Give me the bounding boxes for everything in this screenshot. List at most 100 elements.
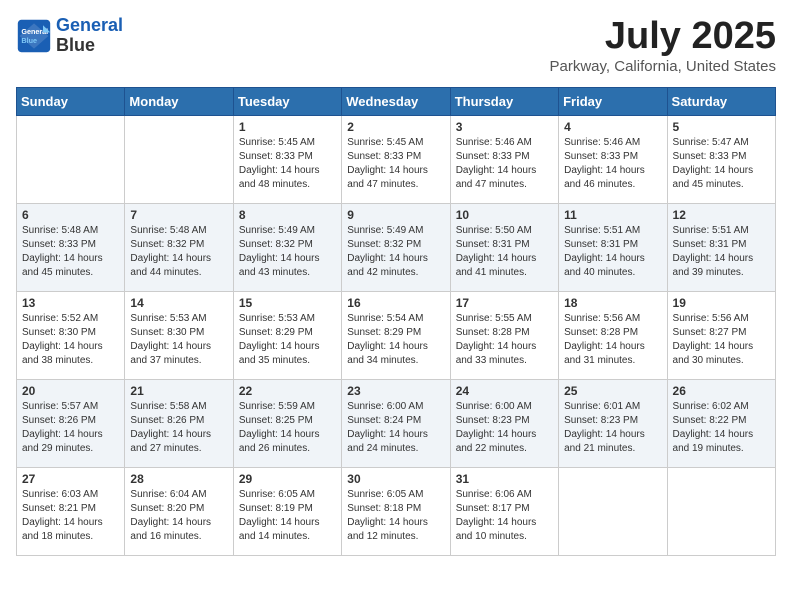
day-number: 9: [347, 208, 444, 222]
day-number: 2: [347, 120, 444, 134]
day-info: Sunrise: 5:45 AM Sunset: 8:33 PM Dayligh…: [239, 136, 336, 192]
calendar-week-row: 20 Sunrise: 5:57 AM Sunset: 8:26 PM Dayli…: [17, 379, 776, 467]
day-info: Sunrise: 5:46 AM Sunset: 8:33 PM Dayligh…: [456, 136, 553, 192]
day-info: Sunrise: 5:47 AM Sunset: 8:33 PM Dayligh…: [673, 136, 770, 192]
day-info: Sunrise: 5:57 AM Sunset: 8:26 PM Dayligh…: [22, 400, 119, 456]
calendar-cell: 25 Sunrise: 6:01 AM Sunset: 8:23 PM Dayli…: [559, 379, 667, 467]
day-info: Sunrise: 5:49 AM Sunset: 8:32 PM Dayligh…: [347, 224, 444, 280]
calendar-cell: 5 Sunrise: 5:47 AM Sunset: 8:33 PM Daylig…: [667, 115, 775, 203]
day-info: Sunrise: 6:04 AM Sunset: 8:20 PM Dayligh…: [130, 488, 227, 544]
logo: General Blue GeneralBlue: [16, 16, 123, 56]
calendar-cell: 29 Sunrise: 6:05 AM Sunset: 8:19 PM Dayli…: [233, 467, 341, 555]
day-info: Sunrise: 5:46 AM Sunset: 8:33 PM Dayligh…: [564, 136, 661, 192]
calendar-cell: 31 Sunrise: 6:06 AM Sunset: 8:17 PM Dayli…: [450, 467, 558, 555]
calendar-cell: 10Sunrise: 5:50 AM Sunset: 8:31 PM Dayli…: [450, 203, 558, 291]
calendar-week-row: 6 Sunrise: 5:48 AM Sunset: 8:33 PM Daylig…: [17, 203, 776, 291]
calendar-week-row: 1 Sunrise: 5:45 AM Sunset: 8:33 PM Daylig…: [17, 115, 776, 203]
calendar-cell: [559, 467, 667, 555]
calendar-week-row: 13Sunrise: 5:52 AM Sunset: 8:30 PM Dayli…: [17, 291, 776, 379]
weekday-header-monday: Monday: [125, 87, 233, 115]
page-subtitle: Parkway, California, United States: [550, 58, 777, 75]
calendar-cell: 8 Sunrise: 5:49 AM Sunset: 8:32 PM Daylig…: [233, 203, 341, 291]
day-number: 5: [673, 120, 770, 134]
day-number: 27: [22, 472, 119, 486]
day-info: Sunrise: 5:53 AM Sunset: 8:29 PM Dayligh…: [239, 312, 336, 368]
calendar-cell: 2 Sunrise: 5:45 AM Sunset: 8:33 PM Daylig…: [342, 115, 450, 203]
day-info: Sunrise: 5:45 AM Sunset: 8:33 PM Dayligh…: [347, 136, 444, 192]
calendar-table: SundayMondayTuesdayWednesdayThursdayFrid…: [16, 87, 776, 556]
day-info: Sunrise: 6:06 AM Sunset: 8:17 PM Dayligh…: [456, 488, 553, 544]
day-info: Sunrise: 5:58 AM Sunset: 8:26 PM Dayligh…: [130, 400, 227, 456]
day-number: 11: [564, 208, 661, 222]
day-info: Sunrise: 5:49 AM Sunset: 8:32 PM Dayligh…: [239, 224, 336, 280]
day-number: 1: [239, 120, 336, 134]
calendar-cell: 3 Sunrise: 5:46 AM Sunset: 8:33 PM Daylig…: [450, 115, 558, 203]
day-number: 17: [456, 296, 553, 310]
calendar-cell: 16 Sunrise: 5:54 AM Sunset: 8:29 PM Dayli…: [342, 291, 450, 379]
page-header: General Blue GeneralBlue July 2025 Parkw…: [16, 16, 776, 75]
calendar-cell: 11Sunrise: 5:51 AM Sunset: 8:31 PM Dayli…: [559, 203, 667, 291]
day-number: 28: [130, 472, 227, 486]
calendar-week-row: 27 Sunrise: 6:03 AM Sunset: 8:21 PM Dayli…: [17, 467, 776, 555]
calendar-cell: 14Sunrise: 5:53 AM Sunset: 8:30 PM Dayli…: [125, 291, 233, 379]
page-title: July 2025: [550, 16, 777, 58]
day-info: Sunrise: 6:00 AM Sunset: 8:24 PM Dayligh…: [347, 400, 444, 456]
calendar-cell: 15 Sunrise: 5:53 AM Sunset: 8:29 PM Dayli…: [233, 291, 341, 379]
day-number: 23: [347, 384, 444, 398]
day-number: 12: [673, 208, 770, 222]
day-number: 18: [564, 296, 661, 310]
day-info: Sunrise: 6:05 AM Sunset: 8:18 PM Dayligh…: [347, 488, 444, 544]
calendar-cell: 21 Sunrise: 5:58 AM Sunset: 8:26 PM Dayli…: [125, 379, 233, 467]
weekday-header-friday: Friday: [559, 87, 667, 115]
calendar-cell: [125, 115, 233, 203]
calendar-cell: 22 Sunrise: 5:59 AM Sunset: 8:25 PM Dayli…: [233, 379, 341, 467]
day-info: Sunrise: 6:01 AM Sunset: 8:23 PM Dayligh…: [564, 400, 661, 456]
calendar-cell: 13Sunrise: 5:52 AM Sunset: 8:30 PM Dayli…: [17, 291, 125, 379]
day-number: 7: [130, 208, 227, 222]
day-info: Sunrise: 5:54 AM Sunset: 8:29 PM Dayligh…: [347, 312, 444, 368]
day-number: 24: [456, 384, 553, 398]
day-number: 30: [347, 472, 444, 486]
day-number: 6: [22, 208, 119, 222]
day-info: Sunrise: 5:52 AM Sunset: 8:30 PM Dayligh…: [22, 312, 119, 368]
calendar-cell: 7 Sunrise: 5:48 AM Sunset: 8:32 PM Daylig…: [125, 203, 233, 291]
weekday-header-thursday: Thursday: [450, 87, 558, 115]
day-number: 15: [239, 296, 336, 310]
day-number: 16: [347, 296, 444, 310]
day-number: 25: [564, 384, 661, 398]
day-info: Sunrise: 5:53 AM Sunset: 8:30 PM Dayligh…: [130, 312, 227, 368]
calendar-cell: 1 Sunrise: 5:45 AM Sunset: 8:33 PM Daylig…: [233, 115, 341, 203]
weekday-header-tuesday: Tuesday: [233, 87, 341, 115]
calendar-cell: [667, 467, 775, 555]
day-info: Sunrise: 5:51 AM Sunset: 8:31 PM Dayligh…: [673, 224, 770, 280]
calendar-cell: 9 Sunrise: 5:49 AM Sunset: 8:32 PM Daylig…: [342, 203, 450, 291]
calendar-cell: 12 Sunrise: 5:51 AM Sunset: 8:31 PM Dayli…: [667, 203, 775, 291]
day-number: 21: [130, 384, 227, 398]
calendar-cell: 4Sunrise: 5:46 AM Sunset: 8:33 PM Daylig…: [559, 115, 667, 203]
day-info: Sunrise: 5:59 AM Sunset: 8:25 PM Dayligh…: [239, 400, 336, 456]
weekday-header-saturday: Saturday: [667, 87, 775, 115]
day-info: Sunrise: 5:55 AM Sunset: 8:28 PM Dayligh…: [456, 312, 553, 368]
day-info: Sunrise: 6:03 AM Sunset: 8:21 PM Dayligh…: [22, 488, 119, 544]
calendar-cell: 26 Sunrise: 6:02 AM Sunset: 8:22 PM Dayli…: [667, 379, 775, 467]
weekday-header-row: SundayMondayTuesdayWednesdayThursdayFrid…: [17, 87, 776, 115]
day-info: Sunrise: 5:48 AM Sunset: 8:32 PM Dayligh…: [130, 224, 227, 280]
day-number: 3: [456, 120, 553, 134]
day-info: Sunrise: 6:05 AM Sunset: 8:19 PM Dayligh…: [239, 488, 336, 544]
calendar-cell: 17 Sunrise: 5:55 AM Sunset: 8:28 PM Dayli…: [450, 291, 558, 379]
day-number: 8: [239, 208, 336, 222]
day-info: Sunrise: 6:02 AM Sunset: 8:22 PM Dayligh…: [673, 400, 770, 456]
day-number: 20: [22, 384, 119, 398]
calendar-cell: 23 Sunrise: 6:00 AM Sunset: 8:24 PM Dayli…: [342, 379, 450, 467]
day-number: 22: [239, 384, 336, 398]
day-info: Sunrise: 5:48 AM Sunset: 8:33 PM Dayligh…: [22, 224, 119, 280]
calendar-cell: 28 Sunrise: 6:04 AM Sunset: 8:20 PM Dayli…: [125, 467, 233, 555]
day-info: Sunrise: 5:50 AM Sunset: 8:31 PM Dayligh…: [456, 224, 553, 280]
logo-text: GeneralBlue: [56, 16, 123, 56]
day-number: 26: [673, 384, 770, 398]
day-number: 31: [456, 472, 553, 486]
logo-icon: General Blue: [16, 18, 52, 54]
calendar-cell: 20 Sunrise: 5:57 AM Sunset: 8:26 PM Dayli…: [17, 379, 125, 467]
day-number: 29: [239, 472, 336, 486]
calendar-cell: 24Sunrise: 6:00 AM Sunset: 8:23 PM Dayli…: [450, 379, 558, 467]
